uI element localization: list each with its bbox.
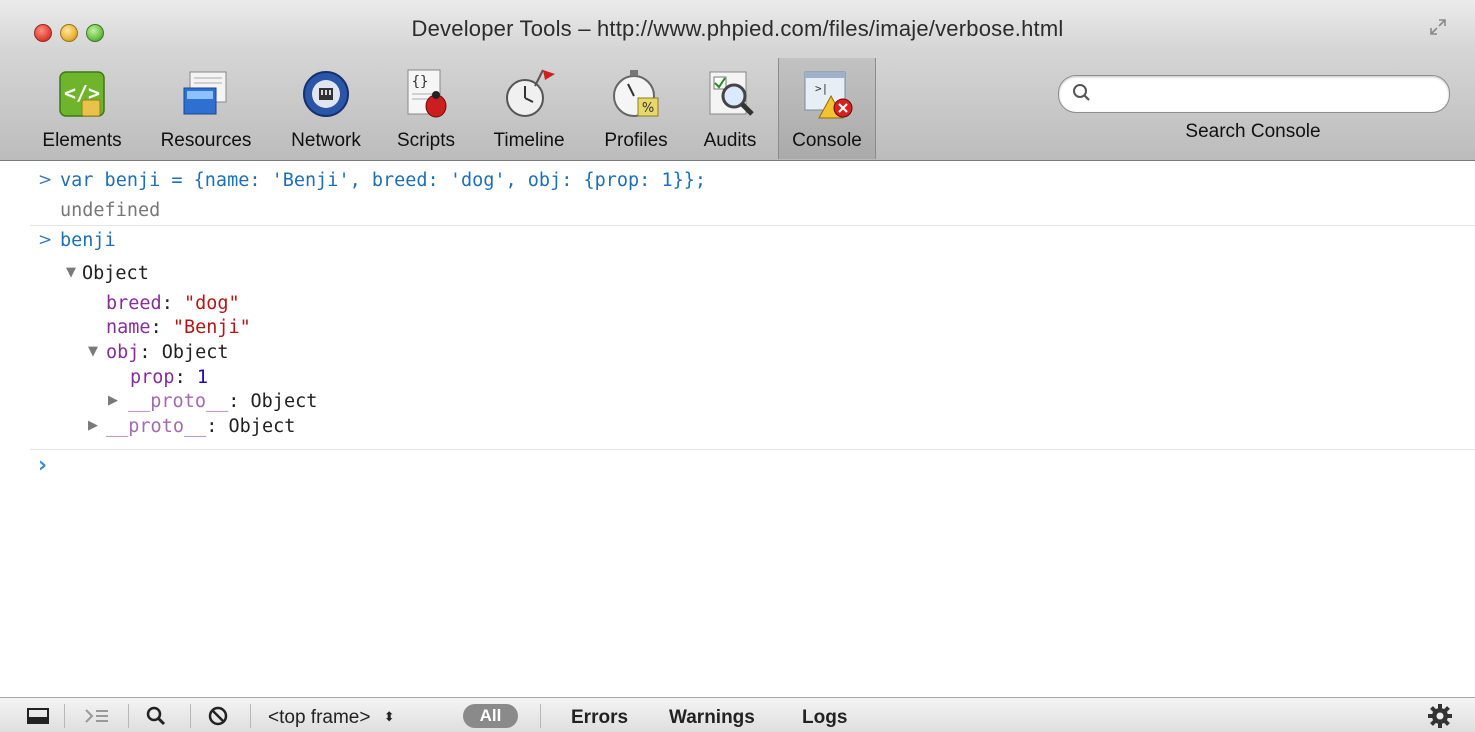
filter-warnings-button[interactable]: Warnings	[669, 707, 755, 729]
disclosure-expanded-icon[interactable]: ▼	[66, 265, 76, 280]
divider	[128, 704, 129, 728]
disclosure-collapsed-icon[interactable]: ▶	[88, 418, 98, 433]
console-drawer-icon[interactable]	[80, 702, 112, 730]
divider	[250, 704, 251, 728]
tab-timeline-label: Timeline	[493, 130, 565, 151]
tab-audits[interactable]: Audits	[690, 62, 770, 157]
search-console-label: Search Console	[1185, 121, 1321, 142]
console-output[interactable]: > var benji = {name: 'Benji', breed: 'do…	[0, 161, 1475, 697]
fullscreen-icon[interactable]	[1429, 18, 1447, 36]
tab-resources-label: Resources	[160, 130, 252, 151]
property-obj[interactable]: obj: Object	[106, 341, 229, 365]
property-breed: breed: "dog"	[106, 293, 240, 314]
dock-icon[interactable]	[24, 702, 52, 730]
frame-select-value: <top frame>	[268, 707, 371, 728]
tab-scripts-label: Scripts	[396, 130, 456, 151]
tab-network[interactable]: Network	[278, 62, 374, 157]
property-proto[interactable]: __proto__: Object	[106, 415, 295, 439]
svg-text:%: %	[642, 101, 654, 116]
tab-timeline[interactable]: Timeline	[478, 62, 580, 157]
tab-elements[interactable]: </> Elements	[32, 62, 132, 157]
timeline-icon	[506, 69, 555, 117]
filter-errors-button[interactable]: Errors	[571, 707, 628, 729]
tab-profiles[interactable]: % Profiles	[590, 62, 682, 157]
console-icon: >|	[804, 71, 853, 119]
window-title: Developer Tools – http://www.phpied.com/…	[411, 16, 1064, 41]
console-command: var benji = {name: 'Benji', breed: 'dog'…	[60, 170, 707, 191]
search-icon	[1073, 84, 1090, 101]
tab-console[interactable]: >| Console	[778, 58, 876, 159]
inspect-search-icon[interactable]	[142, 702, 170, 730]
audits-icon	[709, 71, 754, 116]
status-bar: <top frame> ⬍ All Errors Warnings Logs	[0, 697, 1475, 732]
tab-network-label: Network	[291, 130, 361, 151]
profiles-icon: %	[613, 70, 659, 117]
resources-icon	[183, 71, 227, 115]
prompt-chevron-icon: >	[38, 230, 53, 250]
tab-scripts[interactable]: {} Scripts	[384, 62, 468, 157]
tab-profiles-label: Profiles	[604, 130, 668, 151]
svg-text:>|: >|	[815, 82, 828, 95]
toolbar: Developer Tools – http://www.phpied.com/…	[0, 0, 1475, 161]
disclosure-collapsed-icon[interactable]: ▶	[108, 393, 118, 408]
console-command: benji	[60, 230, 116, 251]
property-name: name: "Benji"	[106, 317, 251, 338]
divider	[64, 704, 65, 728]
clear-console-icon[interactable]	[204, 702, 232, 730]
object-root[interactable]: Object	[82, 262, 149, 286]
select-arrows-icon: ⬍	[383, 709, 395, 724]
console-result: undefined	[60, 200, 161, 221]
disclosure-expanded-icon[interactable]: ▼	[88, 344, 98, 359]
divider	[30, 225, 1475, 226]
filter-logs-button[interactable]: Logs	[802, 707, 847, 729]
tab-console-label: Console	[792, 130, 862, 151]
console-input-prompt-icon: ›	[38, 453, 48, 478]
filter-all-button[interactable]: All	[463, 704, 518, 728]
console-input[interactable]	[60, 455, 1450, 479]
divider	[540, 704, 541, 728]
settings-gear-icon[interactable]	[1426, 702, 1454, 730]
devtools-window: Developer Tools – http://www.phpied.com/…	[0, 0, 1475, 732]
search-input[interactable]	[1099, 80, 1433, 108]
tab-audits-label: Audits	[703, 130, 757, 151]
frame-select[interactable]: <top frame> ⬍	[268, 707, 395, 729]
property-prop: prop: 1	[130, 367, 208, 388]
svg-text:{}: {}	[412, 74, 429, 90]
elements-icon: </>	[59, 71, 105, 117]
divider	[30, 449, 1475, 450]
tab-resources[interactable]: Resources	[150, 62, 262, 157]
scripts-icon: {}	[407, 69, 447, 118]
search-console-field[interactable]	[1058, 75, 1450, 113]
network-icon	[303, 71, 349, 117]
divider	[190, 704, 191, 728]
property-proto[interactable]: __proto__: Object	[128, 390, 317, 414]
tab-elements-label: Elements	[42, 130, 122, 151]
prompt-chevron-icon: >	[38, 170, 53, 190]
